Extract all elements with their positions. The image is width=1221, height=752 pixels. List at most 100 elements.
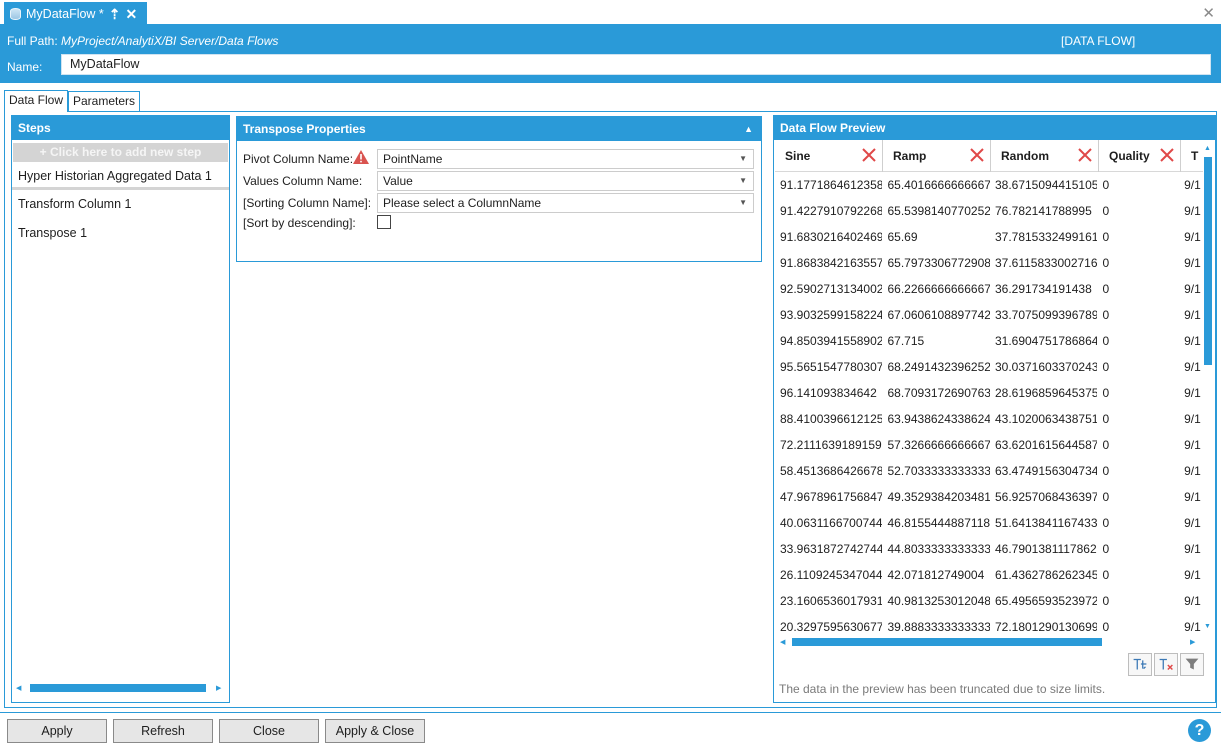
table-cell: 9/1 — [1184, 308, 1201, 322]
remove-column-icon[interactable] — [862, 148, 876, 162]
table-cell: 23.1606536017931 — [780, 594, 883, 608]
table-cell: 0 — [1102, 438, 1110, 452]
table-cell: 36.291734191438 — [994, 282, 1092, 296]
apply-button[interactable]: Apply — [7, 719, 107, 743]
table-row[interactable]: 47.9678961756847 49.3529384203481 56.92570… — [775, 484, 1201, 510]
table-row[interactable]: 91.1771864612358 65.4016666666667 38.67150… — [775, 172, 1201, 198]
pivot-column-select[interactable]: PointName ▼ — [377, 149, 754, 169]
remove-column-icon[interactable] — [1160, 148, 1174, 162]
filter-button[interactable] — [1180, 653, 1204, 676]
table-row[interactable]: 91.6830216402469 65.69 37.7815332499161 0 9/… — [775, 224, 1201, 250]
table-row[interactable]: 96.141093834642 68.7093172690763 28.619685… — [775, 380, 1201, 406]
tab-parameters[interactable]: Parameters — [68, 91, 141, 111]
scroll-down-icon[interactable]: ▼ — [1204, 623, 1211, 630]
table-cell: 0 — [1102, 594, 1110, 608]
remove-column-icon — [1159, 658, 1173, 671]
values-column-select[interactable]: Value ▼ — [377, 171, 754, 191]
table-cell: 63.4749156304734 — [994, 464, 1098, 478]
step-item[interactable]: Transform Column 1 — [12, 190, 229, 219]
help-icon[interactable]: ? — [1188, 719, 1211, 742]
table-cell: 0 — [1102, 282, 1110, 296]
scroll-left-icon[interactable]: ◀ — [16, 684, 21, 692]
sorting-column-select[interactable]: Please select a ColumnName ▼ — [377, 193, 754, 213]
step-item[interactable]: Transpose 1 — [12, 219, 229, 248]
column-header-label: Random — [1001, 149, 1049, 163]
column-header-sine[interactable]: Sine — [775, 140, 883, 172]
table-cell: 9/1 — [1184, 464, 1201, 478]
table-cell: 76.782141788995 — [994, 204, 1092, 218]
scroll-up-icon[interactable]: ▲ — [1204, 145, 1211, 152]
tab-data-flow[interactable]: Data Flow — [4, 90, 69, 112]
table-row[interactable]: 23.1606536017931 40.9813253012048 65.49565… — [775, 588, 1201, 614]
table-row[interactable]: 33.9631872742744 44.8033333333333 46.79013… — [775, 536, 1201, 562]
table-cell: 91.6830216402469 — [780, 230, 883, 244]
table-cell: 0 — [1102, 620, 1110, 634]
refresh-button[interactable]: Refresh — [113, 719, 213, 743]
table-cell: 0 — [1102, 516, 1110, 530]
scroll-left-icon[interactable]: ◀ — [780, 638, 785, 646]
chevron-up-icon[interactable]: ▲ — [744, 117, 753, 141]
pivot-column-row: Pivot Column Name: PointName ▼ — [243, 149, 755, 169]
document-tab[interactable]: MyDataFlow * ⇡ ✕ — [4, 2, 147, 26]
table-row[interactable]: 91.8683842163557 65.7973306772908 37.61158… — [775, 250, 1201, 276]
table-row[interactable]: 92.5902713134002 66.2266666666667 36.29173… — [775, 276, 1201, 302]
table-row[interactable]: 20.3297595630677 39.8883333333333 72.18012… — [775, 614, 1201, 638]
scroll-right-icon[interactable]: ▶ — [1190, 638, 1195, 646]
table-row[interactable]: 88.4100396612125 63.9438624338624 43.10200… — [775, 406, 1201, 432]
table-row[interactable]: 58.4513686426678 52.7033333333333 63.47491… — [775, 458, 1201, 484]
table-cell: 9/1 — [1184, 542, 1201, 556]
close-icon[interactable]: ✕ — [126, 6, 138, 23]
column-header-timestamp[interactable]: T — [1181, 140, 1203, 172]
values-column-row: Values Column Name: Value ▼ — [243, 171, 755, 191]
table-cell: 68.7093172690763 — [887, 386, 990, 400]
table-cell: 39.8883333333333 — [887, 620, 990, 634]
table-cell: 67.715 — [887, 334, 925, 348]
table-cell: 9/1 — [1184, 594, 1201, 608]
column-header-quality[interactable]: Quality — [1099, 140, 1181, 172]
sorting-column-value: Please select a ColumnName — [383, 196, 542, 210]
document-type-label: [DATA FLOW] — [1061, 34, 1136, 48]
table-cell: 0 — [1102, 308, 1110, 322]
table-row[interactable]: 95.5651547780307 68.2491432396252 30.03716… — [775, 354, 1201, 380]
add-step-button[interactable]: + Click here to add new step — [13, 143, 228, 162]
transpose-panel-title-text: Transpose Properties — [243, 122, 366, 136]
table-row[interactable]: 91.4227910792268 65.5398140770252 76.78214… — [775, 198, 1201, 224]
apply-close-button[interactable]: Apply & Close — [325, 719, 425, 743]
table-cell: 0 — [1102, 256, 1110, 270]
pin-icon[interactable]: ⇡ — [109, 6, 121, 23]
table-row[interactable]: 93.9032599158224 67.0606108897742 33.70750… — [775, 302, 1201, 328]
table-row[interactable]: 94.8503941558902 67.715 31.6904751786864 0 9… — [775, 328, 1201, 354]
table-cell: 65.4016666666667 — [887, 178, 990, 192]
table-cell: 0 — [1102, 204, 1110, 218]
remove-columns-button[interactable] — [1154, 653, 1178, 676]
remove-column-icon[interactable] — [970, 148, 984, 162]
column-header-random[interactable]: Random — [991, 140, 1099, 172]
name-input[interactable]: MyDataFlow — [61, 54, 1211, 75]
add-column-button[interactable] — [1128, 653, 1152, 676]
preview-grid-body: 91.1771864612358 65.4016666666667 38.67150… — [775, 172, 1201, 638]
document-tabstrip: MyDataFlow * ⇡ ✕ ✕ — [0, 0, 1221, 26]
table-row[interactable]: 26.1109245347044 42.071812749004 61.436278… — [775, 562, 1201, 588]
table-cell: 0 — [1102, 178, 1110, 192]
remove-column-icon[interactable] — [1078, 148, 1092, 162]
preview-horizontal-scrollbar[interactable] — [792, 638, 1102, 646]
table-row[interactable]: 40.0631166700744 46.8155444887118 51.64138… — [775, 510, 1201, 536]
table-cell: 33.9631872742744 — [780, 542, 883, 556]
table-cell: 9/1 — [1184, 490, 1201, 504]
steps-horizontal-scrollbar[interactable] — [30, 684, 206, 692]
document-tab-title: MyDataFlow * — [26, 7, 104, 21]
step-item[interactable]: Hyper Historian Aggregated Data 1 — [12, 164, 229, 190]
preview-vertical-scroll-thumb[interactable] — [1204, 157, 1212, 365]
close-icon[interactable]: ✕ — [1202, 4, 1215, 22]
table-cell: 88.4100396612125 — [780, 412, 883, 426]
table-cell: 40.9813253012048 — [887, 594, 990, 608]
table-cell: 33.7075099396789 — [994, 308, 1098, 322]
table-cell: 42.071812749004 — [887, 568, 985, 582]
close-button[interactable]: Close — [219, 719, 319, 743]
sort-descending-checkbox[interactable] — [377, 215, 391, 229]
table-row[interactable]: 72.2111639189159 57.3266666666667 63.62016… — [775, 432, 1201, 458]
table-cell: 95.5651547780307 — [780, 360, 883, 374]
scroll-right-icon[interactable]: ▶ — [216, 684, 221, 692]
column-header-ramp[interactable]: Ramp — [883, 140, 991, 172]
sorting-column-row: [Sorting Column Name]: Please select a C… — [243, 193, 755, 213]
